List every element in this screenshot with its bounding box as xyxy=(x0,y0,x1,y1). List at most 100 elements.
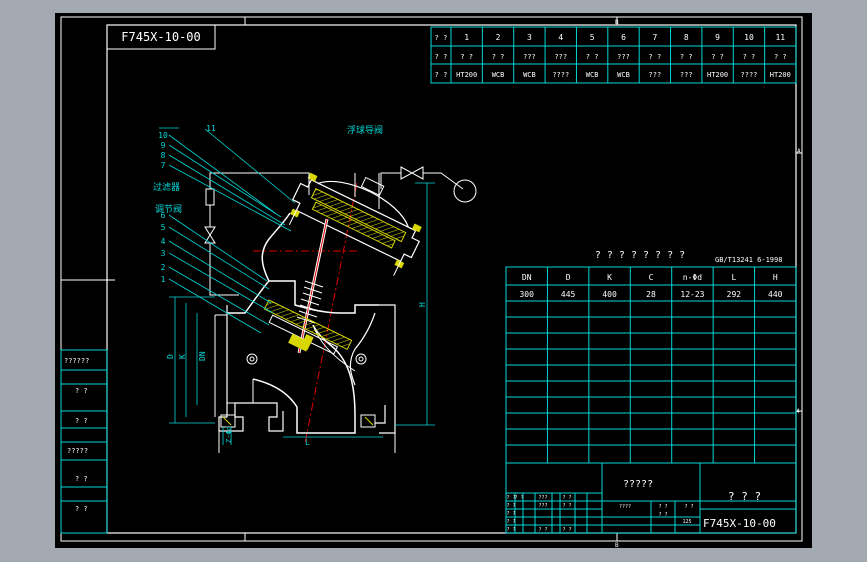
frame-mark-4: 4 xyxy=(796,408,800,415)
title-block-cell: ? ? xyxy=(684,504,693,510)
standard-code: GB/T13241 6-1998 xyxy=(715,256,782,264)
spec-value: 445 xyxy=(561,290,576,299)
parts-material: ??? xyxy=(649,71,662,79)
title-block-cell: ? ? xyxy=(514,495,523,501)
dim-label-dn: DN xyxy=(198,351,207,361)
parts-name: ? ? xyxy=(492,53,505,61)
frame-mark-b-bottom: B xyxy=(615,542,619,548)
title-block-cell: ? ? xyxy=(658,504,667,510)
valve-assembly xyxy=(204,166,477,453)
dim-label-h: H xyxy=(418,302,427,307)
parts-material: ???? xyxy=(552,71,569,79)
parts-table: ? ?? ?? ?1 2 3 4 5 6 7 8 9 10 11? ?? ???????? ????… xyxy=(430,26,797,84)
side-block-2: ? ? xyxy=(75,387,88,395)
drawing-name: ????? xyxy=(623,479,653,490)
part-number-label-11: 11 xyxy=(206,124,216,133)
side-block-6: ? ? xyxy=(75,505,88,513)
spec-value: 28 xyxy=(646,290,656,299)
parts-material: HT200 xyxy=(707,71,728,79)
spec-value: 292 xyxy=(727,290,742,299)
parts-material: WCB xyxy=(523,71,536,79)
parts-number: 10 xyxy=(744,33,754,42)
spec-table: ? ? ? ? ? ? ? ? GB/T13241 6-1998 DN D K Cn-… xyxy=(505,250,797,464)
spec-value: 440 xyxy=(768,290,783,299)
part-number-label-4: 4 xyxy=(161,237,166,246)
spec-title: ? ? ? ? ? ? ? ? xyxy=(595,250,685,261)
float-ball xyxy=(453,179,477,203)
part-number-label-8: 8 xyxy=(161,151,166,160)
side-block-3: ? ? xyxy=(75,417,88,425)
parts-number: 3 xyxy=(527,33,532,42)
parts-name: ? ? xyxy=(460,53,473,61)
drawing-sheet: B B A 4 F745X-10-00 ?????? ? ? ? ? ?????… xyxy=(55,13,812,549)
parts-name: ? ? xyxy=(743,53,756,61)
spec-value: 400 xyxy=(602,290,617,299)
dim-label-k: K xyxy=(178,354,187,359)
spec-value: 12-23 xyxy=(680,290,704,299)
parts-number: 1 xyxy=(464,33,469,42)
spec-header: L xyxy=(731,273,736,282)
dim-label-d: D xyxy=(166,354,175,359)
spec-header: DN xyxy=(522,273,532,282)
spec-header: C xyxy=(649,273,654,282)
part-number-label-10: 10 xyxy=(158,131,168,140)
parts-name: ? ? xyxy=(649,53,662,61)
dim-label-l: L xyxy=(305,438,310,447)
title-block-cell: ? ? xyxy=(506,519,515,525)
parts-row-label: ? ? xyxy=(435,53,448,61)
title-block-cell: ? ? xyxy=(506,503,515,509)
parts-material: WCB xyxy=(586,71,599,79)
spec-header: H xyxy=(773,273,778,282)
part-number-label-1: 1 xyxy=(161,275,166,284)
title-block-cell: ??? xyxy=(538,503,547,509)
parts-number: 11 xyxy=(775,33,785,42)
parts-number: 8 xyxy=(684,33,689,42)
parts-number: 6 xyxy=(621,33,626,42)
parts-row-label: ? ? xyxy=(435,71,448,79)
part-number-label-7: 7 xyxy=(161,161,166,170)
parts-name: ? ? xyxy=(680,53,693,61)
parts-name: ??? xyxy=(554,53,567,61)
side-block-5: ? ? xyxy=(75,475,88,483)
parts-name: ? ? xyxy=(774,53,787,61)
parts-name: ? ? xyxy=(586,53,599,61)
part-number-label-2: 2 xyxy=(161,263,166,272)
parts-number: 5 xyxy=(590,33,595,42)
parts-row-label: ? ? xyxy=(435,34,448,42)
spec-header: n-Φd xyxy=(683,273,702,282)
title-block-cell: ? ? xyxy=(506,527,515,533)
title-block-cell: ? ? xyxy=(562,527,571,533)
frame-mark-a: A xyxy=(797,148,801,155)
spec-value: 300 xyxy=(519,290,534,299)
title-block-cell: 125 xyxy=(682,519,691,525)
dim-label-nd: Z-Φd xyxy=(225,426,233,443)
title-block-cell: ? ? xyxy=(562,503,571,509)
title-block-cell: ? ? xyxy=(658,512,667,518)
leader-lines xyxy=(159,127,296,334)
parts-material: HT200 xyxy=(456,71,477,79)
part-number-label-5: 5 xyxy=(161,223,166,232)
parts-material: ??? xyxy=(680,71,693,79)
parts-number: 2 xyxy=(496,33,501,42)
float-valve-label: 浮球导阀 xyxy=(347,124,383,136)
parts-name: ??? xyxy=(617,53,630,61)
parts-material: WCB xyxy=(617,71,630,79)
parts-number: 7 xyxy=(652,33,657,42)
parts-number: 9 xyxy=(715,33,720,42)
parts-material: HT200 xyxy=(770,71,791,79)
spec-header: D xyxy=(566,273,571,282)
part-number-label-9: 9 xyxy=(161,141,166,150)
title-block-cell: ??? xyxy=(538,495,547,501)
parts-name: ? ? xyxy=(711,53,724,61)
part-number-label-3: 3 xyxy=(161,249,166,258)
company-name: ? ? ? xyxy=(728,490,761,503)
frame-mark-b-top: B xyxy=(615,19,619,26)
spec-header: K xyxy=(607,273,612,282)
side-block-1: ?????? xyxy=(64,357,89,365)
parts-material: WCB xyxy=(492,71,505,79)
filter-symbol xyxy=(205,188,215,206)
drawing-code: F745X-10-00 xyxy=(703,517,776,530)
title-block-cell: ? ? xyxy=(562,495,571,501)
drawing-code-mirrored: F745X-10-00 xyxy=(121,30,200,44)
side-block-4: ????? xyxy=(67,447,88,455)
